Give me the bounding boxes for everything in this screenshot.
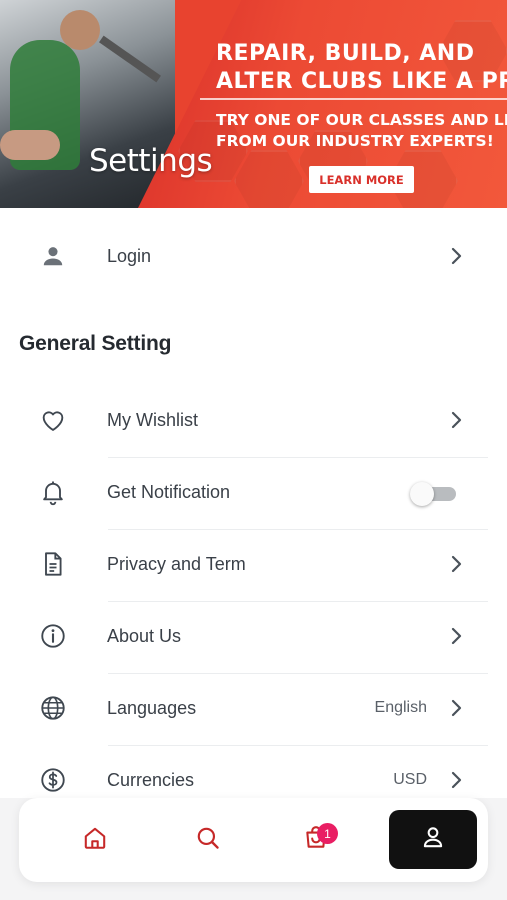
document-icon bbox=[39, 550, 67, 578]
info-icon bbox=[39, 622, 67, 650]
search-icon bbox=[195, 825, 221, 856]
banner-headline: REPAIR, BUILD, AND ALTER CLUBS LIKE A PR… bbox=[216, 41, 507, 94]
dollar-icon bbox=[39, 766, 67, 794]
bell-icon bbox=[39, 478, 67, 506]
promo-banner[interactable]: REPAIR, BUILD, AND ALTER CLUBS LIKE A PR… bbox=[0, 0, 507, 208]
learn-more-button[interactable]: LEARN MORE bbox=[309, 166, 414, 193]
chevron-right-icon bbox=[446, 408, 468, 432]
notification-label: Get Notification bbox=[107, 481, 231, 502]
notification-row: Get Notification bbox=[20, 456, 488, 528]
privacy-label: Privacy and Term bbox=[107, 553, 246, 574]
languages-value: English bbox=[374, 699, 427, 716]
currencies-value: USD bbox=[393, 771, 427, 788]
home-icon bbox=[82, 825, 108, 856]
globe-icon bbox=[39, 694, 67, 722]
cart-badge: 1 bbox=[317, 823, 338, 844]
chevron-right-icon bbox=[446, 768, 468, 792]
privacy-row[interactable]: Privacy and Term bbox=[20, 528, 488, 600]
banner-divider bbox=[200, 98, 507, 100]
user-icon bbox=[420, 824, 446, 855]
banner-subheadline: TRY ONE OF OUR CLASSES AND LEARN FROM OU… bbox=[216, 111, 507, 150]
login-label: Login bbox=[107, 245, 152, 266]
chevron-right-icon bbox=[446, 696, 468, 720]
chevron-right-icon bbox=[446, 552, 468, 576]
person-icon bbox=[39, 242, 67, 270]
nav-home-button[interactable] bbox=[73, 818, 117, 862]
currencies-label: Currencies bbox=[107, 769, 195, 790]
about-label: About Us bbox=[107, 625, 182, 646]
page-title: Settings bbox=[89, 143, 213, 179]
login-row[interactable]: Login bbox=[20, 220, 488, 292]
notification-toggle[interactable] bbox=[410, 482, 456, 506]
chevron-right-icon bbox=[446, 624, 468, 648]
nav-search-button[interactable] bbox=[186, 818, 230, 862]
nav-account-button[interactable] bbox=[389, 810, 477, 869]
languages-label: Languages bbox=[107, 697, 197, 718]
about-row[interactable]: About Us bbox=[20, 600, 488, 672]
section-title-general: General Setting bbox=[19, 332, 172, 355]
heart-icon bbox=[39, 406, 67, 434]
wishlist-label: My Wishlist bbox=[107, 409, 198, 430]
wishlist-row[interactable]: My Wishlist bbox=[20, 384, 488, 456]
bottom-nav bbox=[19, 798, 488, 882]
languages-row[interactable]: Languages English bbox=[20, 672, 488, 744]
chevron-right-icon bbox=[446, 244, 468, 268]
